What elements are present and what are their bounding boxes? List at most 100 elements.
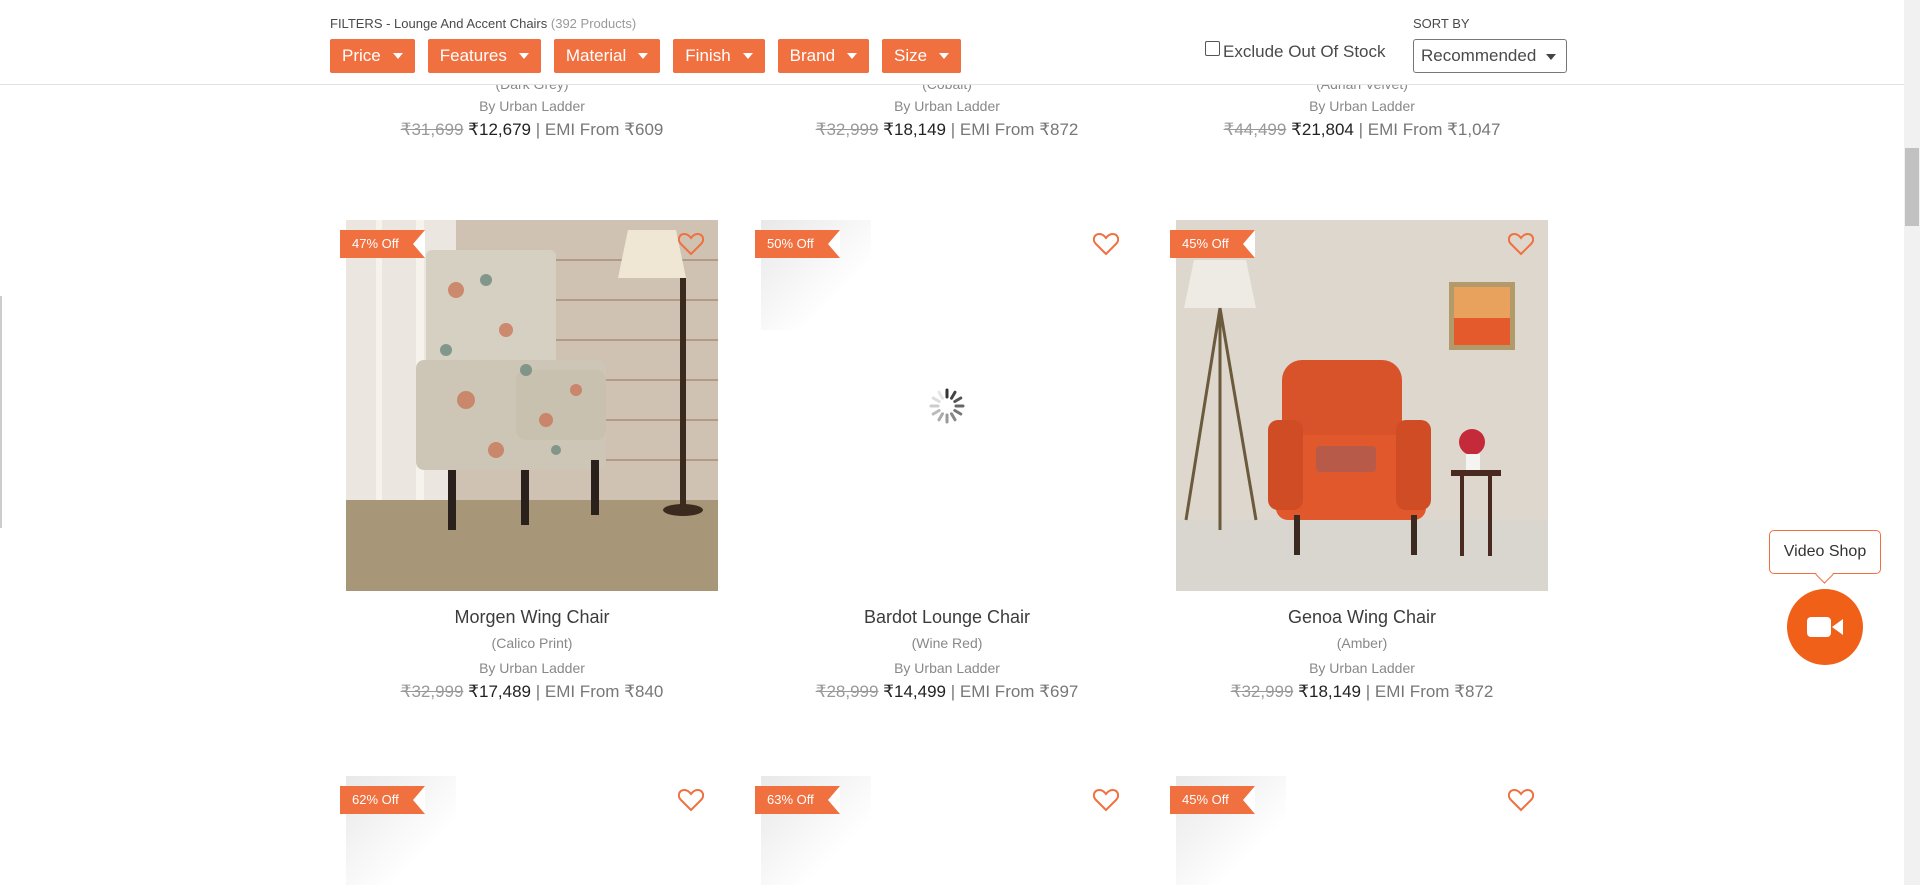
new-price: ₹21,804 bbox=[1291, 120, 1354, 139]
filter-material-button[interactable]: Material bbox=[553, 39, 661, 73]
new-price: ₹17,489 bbox=[468, 682, 531, 701]
filter-title: FILTERS - Lounge And Accent Chairs (392 … bbox=[330, 16, 636, 31]
heart-icon[interactable] bbox=[1508, 232, 1534, 256]
product-price: ₹32,999 ₹18,149 | EMI From ₹872 bbox=[1176, 682, 1548, 702]
old-price: ₹31,699 bbox=[400, 120, 464, 139]
product-photo-morgen bbox=[346, 220, 718, 591]
old-price: ₹28,999 bbox=[815, 682, 879, 701]
product-count: (392 Products) bbox=[550, 16, 637, 31]
product-image[interactable] bbox=[1176, 220, 1548, 591]
chevron-down-icon bbox=[518, 53, 529, 59]
emi-text: | EMI From ₹840 bbox=[535, 682, 664, 701]
old-price: ₹32,999 bbox=[1230, 682, 1294, 701]
list-item[interactable]: (Dark Grey) By Urban Ladder ₹31,699 ₹12,… bbox=[346, 76, 718, 140]
product-card[interactable]: 63% Off bbox=[755, 776, 1133, 885]
product-name[interactable]: Genoa Wing Chair bbox=[1176, 607, 1548, 628]
product-price: ₹28,999 ₹14,499 | EMI From ₹697 bbox=[761, 682, 1133, 702]
heart-icon[interactable] bbox=[1508, 788, 1534, 812]
product-variant: (Wine Red) bbox=[911, 635, 983, 651]
filter-bar: FILTERS - Lounge And Accent Chairs (392 … bbox=[0, 0, 1904, 85]
heart-icon[interactable] bbox=[1093, 232, 1119, 256]
discount-badge: 62% Off bbox=[340, 786, 425, 814]
product-price: ₹32,999 ₹18,149 | EMI From ₹872 bbox=[761, 120, 1133, 140]
product-variant: (Amber) bbox=[1336, 635, 1388, 651]
filter-buttons: Price Features Material Finish Brand Siz… bbox=[330, 39, 974, 73]
video-shop-label: Video Shop bbox=[1783, 543, 1867, 560]
chevron-down-icon bbox=[1546, 54, 1556, 60]
emi-text: | EMI From ₹609 bbox=[535, 120, 664, 139]
product-price: ₹44,499 ₹21,804 | EMI From ₹1,047 bbox=[1176, 120, 1548, 140]
chevron-down-icon bbox=[638, 53, 649, 59]
product-card[interactable]: 45% Off Genoa Wing Chair (Amber) By Urba… bbox=[1170, 220, 1548, 702]
chevron-down-icon bbox=[742, 53, 753, 59]
video-camera-icon bbox=[1807, 617, 1843, 637]
discount-badge: 63% Off bbox=[755, 786, 840, 814]
filter-features-label: Features bbox=[439, 46, 507, 65]
discount-badge: 47% Off bbox=[340, 230, 425, 258]
filter-price-button[interactable]: Price bbox=[330, 39, 415, 73]
emi-text: | EMI From ₹697 bbox=[950, 682, 1079, 701]
product-brand: By Urban Ladder bbox=[479, 660, 585, 676]
filter-brand-label: Brand bbox=[789, 46, 836, 65]
product-price: ₹32,999 ₹17,489 | EMI From ₹840 bbox=[346, 682, 718, 702]
old-price: ₹44,499 bbox=[1223, 120, 1287, 139]
product-brand: By Urban Ladder bbox=[1309, 660, 1415, 676]
filter-material-label: Material bbox=[565, 46, 627, 65]
new-price: ₹18,149 bbox=[883, 120, 946, 139]
filter-title-text: FILTERS - Lounge And Accent Chairs bbox=[330, 16, 548, 31]
product-image[interactable] bbox=[761, 220, 1133, 591]
list-item[interactable]: (Cobalt) By Urban Ladder ₹32,999 ₹18,149… bbox=[761, 76, 1133, 140]
emi-text: | EMI From ₹1,047 bbox=[1358, 120, 1501, 139]
new-price: ₹14,499 bbox=[883, 682, 946, 701]
video-shop-button[interactable] bbox=[1787, 589, 1863, 665]
discount-badge: 45% Off bbox=[1170, 786, 1255, 814]
scrollbar-track[interactable] bbox=[1904, 0, 1920, 885]
loading-spinner-icon bbox=[929, 388, 965, 424]
exclude-out-of-stock[interactable]: Exclude Out Of Stock bbox=[1205, 40, 1386, 62]
filter-brand-button[interactable]: Brand bbox=[777, 39, 870, 73]
filter-size-button[interactable]: Size bbox=[882, 39, 962, 73]
product-card[interactable]: 45% Off bbox=[1170, 776, 1548, 885]
new-price: ₹18,149 bbox=[1298, 682, 1361, 701]
emi-text: | EMI From ₹872 bbox=[1365, 682, 1494, 701]
chevron-down-icon bbox=[847, 53, 858, 59]
discount-badge: 45% Off bbox=[1170, 230, 1255, 258]
product-brand: By Urban Ladder bbox=[479, 98, 585, 114]
exclude-checkbox[interactable] bbox=[1205, 40, 1220, 56]
chevron-down-icon bbox=[939, 53, 950, 59]
video-shop-tooltip[interactable]: Video Shop bbox=[1769, 530, 1881, 574]
list-item[interactable]: (Adrian Velvet) By Urban Ladder ₹44,499 … bbox=[1176, 76, 1548, 140]
product-variant: (Calico Print) bbox=[491, 635, 573, 651]
product-brand: By Urban Ladder bbox=[894, 660, 1000, 676]
heart-icon[interactable] bbox=[678, 788, 704, 812]
discount-badge: 50% Off bbox=[755, 230, 840, 258]
filter-size-label: Size bbox=[894, 46, 928, 65]
product-name[interactable]: Bardot Lounge Chair bbox=[761, 607, 1133, 628]
emi-text: | EMI From ₹872 bbox=[950, 120, 1079, 139]
heart-icon[interactable] bbox=[1093, 788, 1119, 812]
product-name[interactable]: Morgen Wing Chair bbox=[346, 607, 718, 628]
sort-by-label: SORT BY bbox=[1413, 16, 1470, 31]
chevron-down-icon bbox=[392, 53, 403, 59]
exclude-label: Exclude Out Of Stock bbox=[1223, 42, 1386, 61]
product-card[interactable]: 50% Off Bardot Lounge Chair (Wine Red) B… bbox=[755, 220, 1133, 702]
product-photo-genoa bbox=[1176, 220, 1548, 591]
product-brand: By Urban Ladder bbox=[1309, 98, 1415, 114]
filter-finish-label: Finish bbox=[685, 46, 731, 65]
side-drawer-edge bbox=[0, 296, 2, 528]
old-price: ₹32,999 bbox=[815, 120, 879, 139]
sort-select[interactable]: Recommended bbox=[1413, 39, 1567, 73]
heart-icon[interactable] bbox=[678, 232, 704, 256]
filter-price-label: Price bbox=[342, 46, 381, 65]
product-card[interactable]: 47% Off Morgen Wing Chair (Calico Print)… bbox=[340, 220, 718, 702]
sort-value: Recommended bbox=[1421, 46, 1537, 65]
filter-features-button[interactable]: Features bbox=[427, 39, 541, 73]
product-card[interactable]: 62% Off bbox=[340, 776, 718, 885]
product-price: ₹31,699 ₹12,679 | EMI From ₹609 bbox=[346, 120, 718, 140]
old-price: ₹32,999 bbox=[400, 682, 464, 701]
product-brand: By Urban Ladder bbox=[894, 98, 1000, 114]
product-image[interactable] bbox=[346, 220, 718, 591]
filter-finish-button[interactable]: Finish bbox=[673, 39, 765, 73]
scrollbar-thumb[interactable] bbox=[1905, 148, 1919, 226]
new-price: ₹12,679 bbox=[468, 120, 531, 139]
